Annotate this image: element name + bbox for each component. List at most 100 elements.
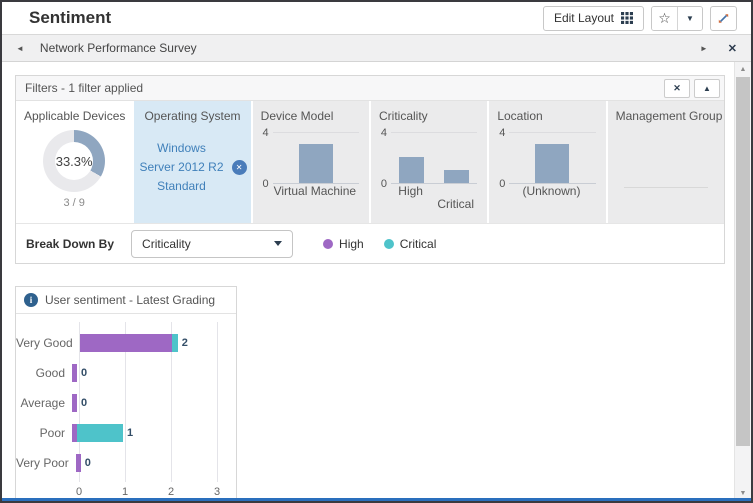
bar-segment-critical[interactable] xyxy=(77,424,123,442)
filter-card-title: Operating System xyxy=(134,101,250,123)
filters-title: Filters - 1 filter applied xyxy=(25,81,143,95)
value-label: 0 xyxy=(81,367,87,379)
bar-track: 1 xyxy=(72,424,133,442)
expand-diagonal-icon xyxy=(717,12,730,25)
bottom-accent-border xyxy=(2,498,751,501)
bar-segment-high[interactable] xyxy=(72,394,77,412)
mini-bar-critical[interactable] xyxy=(444,170,469,183)
scrollbar-thumb[interactable] xyxy=(736,77,750,446)
filter-card-applicable-devices[interactable]: Applicable Devices33.3%3 / 9 xyxy=(16,101,132,223)
mini-chart-bars xyxy=(273,132,359,183)
category-label: Very Good xyxy=(16,336,80,350)
selected-filter-chip: Windows Server 2012 R2 Standard ✕ xyxy=(134,139,250,197)
chart-row-very-good: Very Good2 xyxy=(16,328,234,358)
vertical-scrollbar[interactable]: ▲ ▼ xyxy=(734,62,751,501)
chevron-down-icon: ▼ xyxy=(686,14,694,23)
selected-filter-value: Windows Server 2012 R2 Standard xyxy=(138,139,224,197)
legend-dot xyxy=(323,239,333,249)
x-tick-label: 2 xyxy=(168,486,174,498)
filter-card-location[interactable]: Location40(Unknown) xyxy=(489,101,605,223)
mini-chart-plot xyxy=(391,132,477,184)
info-icon: i xyxy=(24,293,38,307)
app-window: Sentiment Edit Layout ☆ ▼ xyxy=(0,0,753,503)
filter-cards-row: Applicable Devices33.3%3 / 9Operating Sy… xyxy=(16,101,724,223)
filter-card-operating-system[interactable]: Operating System Windows Server 2012 R2 S… xyxy=(134,101,250,223)
remove-filter-button[interactable]: ✕ xyxy=(232,160,247,175)
category-label: Good xyxy=(16,366,72,380)
category-label: Poor xyxy=(16,426,72,440)
page-title: Sentiment xyxy=(29,8,111,28)
value-label: 1 xyxy=(127,427,133,439)
devices-ratio-label: 3 / 9 xyxy=(16,197,132,209)
favorite-dropdown-button[interactable]: ▼ xyxy=(677,7,702,30)
bar-track: 2 xyxy=(80,334,188,352)
applicable-devices-donut-chart[interactable]: 33.3% xyxy=(43,130,105,192)
mini-bar-label: Virtual Machine xyxy=(274,184,357,198)
bar-segment-high[interactable] xyxy=(76,454,81,472)
legend-label: High xyxy=(339,237,364,251)
sentiment-bar-chart: Very Good2Good0Average0Poor1Very Poor001… xyxy=(16,314,236,501)
main-content: Filters - 1 filter applied ✕ ▲ Applicabl… xyxy=(2,62,751,501)
y-min-label: 0 xyxy=(263,178,269,190)
mini-chart: 40 xyxy=(495,132,595,184)
filter-card-management-group[interactable]: Management Group xyxy=(608,101,724,223)
mini-chart-bars xyxy=(509,132,595,183)
filters-panel-header: Filters - 1 filter applied ✕ ▲ xyxy=(16,76,724,101)
mini-chart: 40 xyxy=(377,132,477,184)
mini-chart-labels: (Unknown) xyxy=(497,184,605,212)
nav-close-button[interactable]: ✕ xyxy=(724,40,741,57)
sentiment-card-title: User sentiment - Latest Grading xyxy=(45,293,215,307)
filters-header-buttons: ✕ ▲ xyxy=(664,79,720,98)
collapse-panel-button[interactable]: ▲ xyxy=(694,79,720,98)
expand-button[interactable] xyxy=(710,6,737,31)
close-icon: ✕ xyxy=(728,43,737,55)
favorite-button[interactable]: ☆ xyxy=(652,7,677,30)
sentiment-card-header: i User sentiment - Latest Grading xyxy=(16,287,236,314)
mini-chart-y-axis: 40 xyxy=(495,132,509,184)
mini-chart: 40 xyxy=(259,132,359,184)
filter-card-title: Criticality xyxy=(371,101,487,123)
star-icon: ☆ xyxy=(658,10,671,27)
edit-layout-label: Edit Layout xyxy=(554,11,614,25)
breakdown-row: Break Down By Criticality HighCritical xyxy=(16,223,724,263)
mini-bar-high[interactable] xyxy=(399,157,424,183)
chart-row-average: Average 0 xyxy=(16,388,234,418)
x-tick-label: 1 xyxy=(122,486,128,498)
mini-chart-y-axis: 40 xyxy=(377,132,391,184)
x-tick-label: 0 xyxy=(76,486,82,498)
survey-navbar: ◄ Network Performance Survey ► ✕ xyxy=(2,35,751,62)
close-icon: ✕ xyxy=(673,83,681,94)
bar-track: 0 xyxy=(72,394,87,412)
bar-track: 0 xyxy=(76,454,91,472)
scroll-up-button[interactable]: ▲ xyxy=(735,62,751,77)
x-tick-label: 3 xyxy=(214,486,220,498)
clear-filters-button[interactable]: ✕ xyxy=(664,79,690,98)
user-sentiment-card: i User sentiment - Latest Grading Very G… xyxy=(15,286,237,501)
arrow-up-icon: ▲ xyxy=(740,66,747,73)
mini-chart-y-axis: 40 xyxy=(259,132,273,184)
breakdown-select[interactable]: Criticality xyxy=(131,230,293,258)
bar-segment-critical[interactable] xyxy=(172,334,178,352)
mini-chart-labels: HighCritical xyxy=(379,184,487,212)
edit-layout-button[interactable]: Edit Layout xyxy=(543,6,644,31)
filter-card-device-model[interactable]: Device Model40Virtual Machine xyxy=(253,101,369,223)
mini-bar-label: (Unknown) xyxy=(522,184,580,198)
mini-bar-unknown[interactable] xyxy=(535,144,569,183)
y-max-label: 4 xyxy=(263,127,269,139)
value-label: 0 xyxy=(81,397,87,409)
y-max-label: 4 xyxy=(381,127,387,139)
filters-panel: Filters - 1 filter applied ✕ ▲ Applicabl… xyxy=(15,75,725,264)
mini-chart-labels: Virtual Machine xyxy=(261,184,369,212)
bar-segment-high[interactable] xyxy=(72,364,77,382)
nav-forward-button[interactable]: ► xyxy=(696,42,712,55)
mini-chart-plot xyxy=(273,132,359,184)
mini-bar-virtual-machine[interactable] xyxy=(299,144,333,183)
breakdown-selected-value: Criticality xyxy=(142,237,191,251)
bar-segment-high[interactable] xyxy=(80,334,172,352)
caret-right-icon: ► xyxy=(700,44,708,53)
filter-card-criticality[interactable]: Criticality 40HighCritical xyxy=(371,101,487,223)
category-label: Average xyxy=(16,396,72,410)
empty-axis-line xyxy=(624,187,708,188)
nav-back-button[interactable]: ◄ xyxy=(12,42,28,55)
mini-bar-label: High xyxy=(398,184,423,198)
